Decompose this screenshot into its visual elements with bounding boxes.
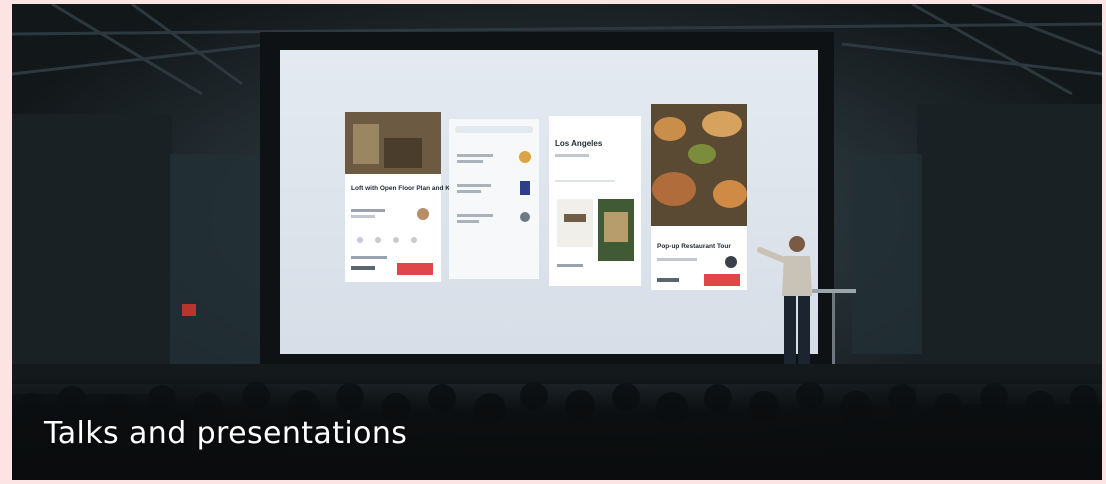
panel-4-title: Pop-up Restaurant Tour [657,243,731,250]
panel-3-title: Los Angeles [555,139,603,148]
caption-title: Talks and presentations [44,416,408,451]
right-scaffold [917,104,1102,404]
app-mockup-2 [449,119,539,279]
presentation-card[interactable]: Loft with Open Floor Plan and Kitchen Lo… [12,4,1102,480]
app-mockup-4: Pop-up Restaurant Tour [651,104,747,290]
left-scaffold [12,114,172,394]
app-mockup-3: Los Angeles [549,116,641,286]
panel-1-book-button [397,263,433,275]
panel-4-book-button [704,274,740,286]
presentation-photo: Loft with Open Floor Plan and Kitchen Lo… [12,4,1102,480]
